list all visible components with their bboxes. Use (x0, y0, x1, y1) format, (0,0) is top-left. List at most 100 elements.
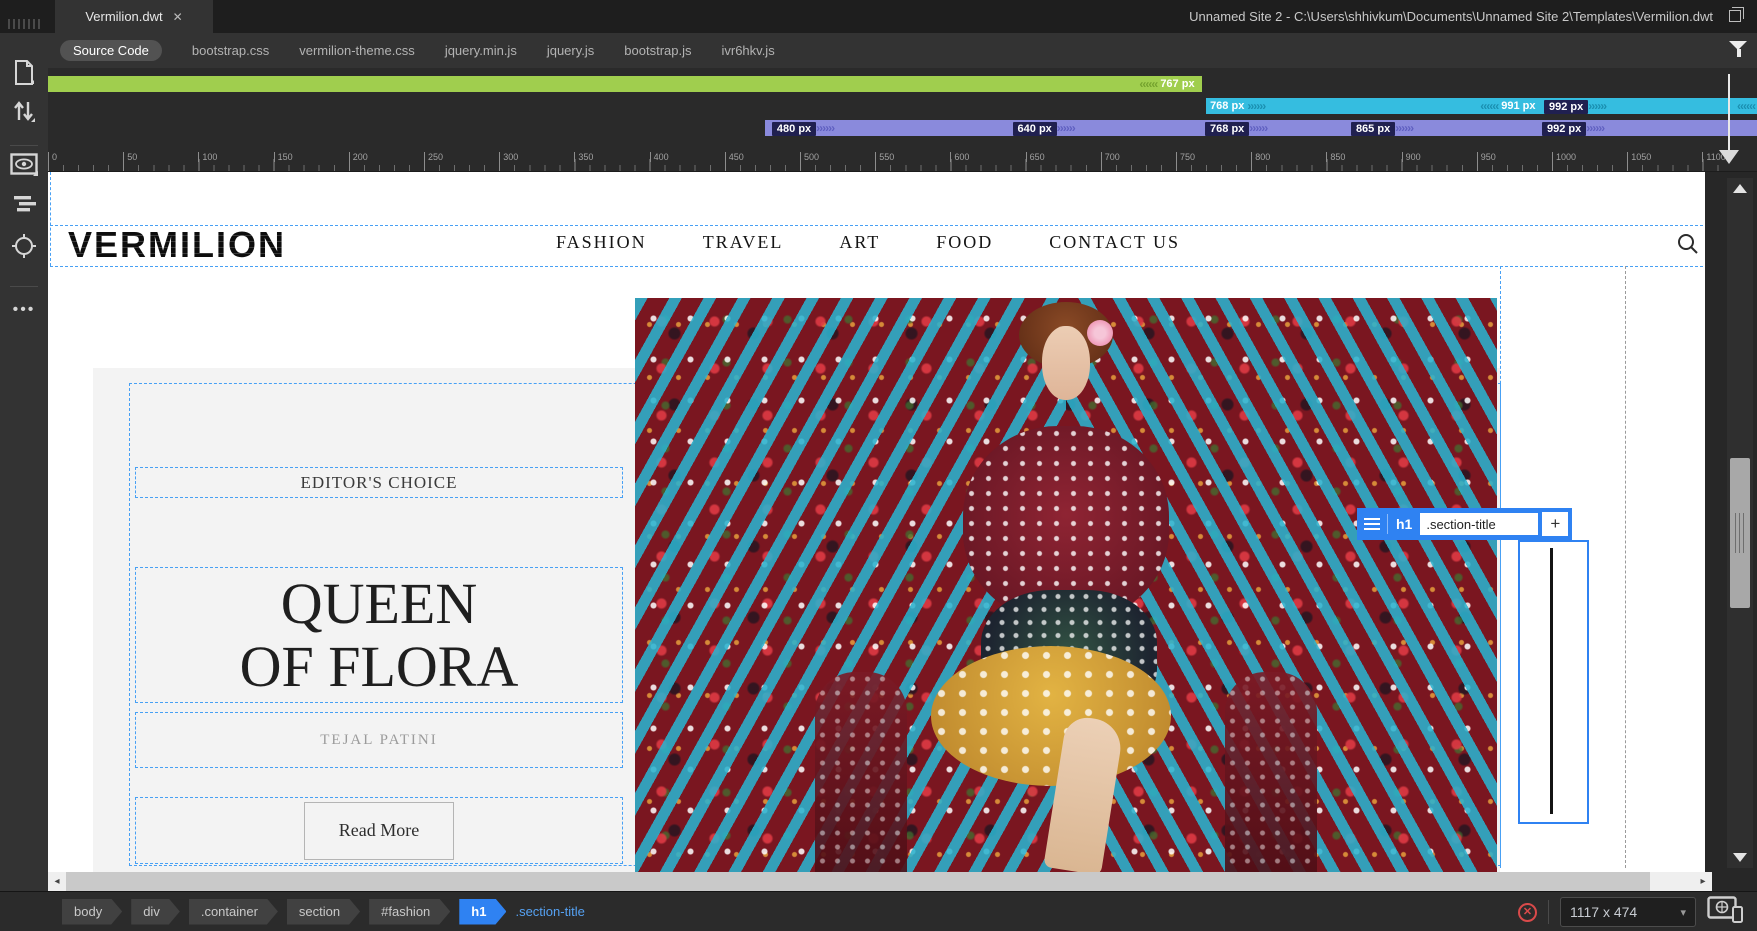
viewport-scrubber-line (1728, 74, 1730, 150)
document-tab-label: Vermilion.dwt (85, 9, 162, 24)
device-preview-icon[interactable] (1707, 896, 1745, 929)
mq-breakpoint-label[interactable]: ‹‹‹‹‹‹991 px (1438, 98, 1538, 114)
vertical-scrollbar[interactable] (1727, 178, 1753, 868)
mq-chevrons-left: ‹‹‹‹‹‹ (1139, 76, 1157, 92)
scroll-up-arrow[interactable] (1733, 184, 1747, 193)
related-file-tab[interactable]: jquery.js (547, 43, 594, 58)
scroll-down-arrow[interactable] (1733, 853, 1747, 862)
title-bar: Vermilion.dwt ✕ Unnamed Site 2 - C:\User… (0, 0, 1757, 33)
add-class-button[interactable]: + (1542, 512, 1568, 536)
related-file-tab[interactable]: vermilion-theme.css (299, 43, 415, 58)
ruler-number: 700 (1101, 152, 1120, 162)
column-guide (1625, 266, 1626, 868)
related-file-tab[interactable]: jquery.min.js (445, 43, 517, 58)
nav-item-food[interactable]: FOOD (936, 232, 993, 253)
mq-breakpoint-label[interactable]: 992 px›››››› (1544, 98, 1606, 114)
mq-breakpoint-label[interactable]: 768 px›››››› (1207, 98, 1265, 114)
main-nav: FASHION TRAVEL ART FOOD CONTACT US (556, 232, 1180, 253)
mq-breakpoint-label[interactable]: 865 px›››››› (1351, 120, 1413, 136)
mq-bar-cyan[interactable]: 768 px››››››‹‹‹‹‹‹991 px992 px››››››‹‹‹‹… (1206, 98, 1757, 114)
related-file-tab[interactable]: bootstrap.css (192, 43, 269, 58)
related-file-tab[interactable]: ivr6hkv.js (721, 43, 774, 58)
eyebrow-text: EDITOR'S CHOICE (300, 473, 457, 493)
tag-selector-class[interactable]: .section-title (515, 904, 584, 919)
nav-item-art[interactable]: ART (839, 232, 880, 253)
tag-selector-item-div[interactable]: div (131, 899, 180, 925)
ruler-number: 400 (650, 152, 669, 162)
nav-item-fashion[interactable]: FASHION (556, 232, 647, 253)
restore-window-icon[interactable] (1729, 10, 1741, 22)
window-title: Unnamed Site 2 - C:\Users\shhivkum\Docum… (1189, 0, 1713, 33)
vertical-scroll-thumb[interactable] (1730, 458, 1750, 608)
tag-selector-item-h1[interactable]: h1 (459, 899, 506, 925)
tag-selector-item-container[interactable]: .container (189, 899, 278, 925)
mq-bar-green[interactable]: ‹‹‹‹‹‹767 px (48, 76, 1202, 92)
ruler-number: 150 (274, 152, 293, 162)
hero-chair-left (815, 672, 907, 872)
filter-funnel-icon[interactable] (1729, 41, 1749, 59)
cta-block: Read More (135, 797, 623, 864)
ruler-number: 950 (1477, 152, 1496, 162)
tag-selector-item-body[interactable]: body (62, 899, 122, 925)
nav-item-travel[interactable]: TRAVEL (703, 232, 784, 253)
scroll-right-arrow[interactable]: ▸ (1694, 872, 1712, 891)
ruler-number: 450 (725, 152, 744, 162)
viewport-size-selector[interactable]: 1117 x 474 ▾ (1560, 897, 1696, 927)
section-title-block[interactable]: QUEEN OF FLORA (135, 567, 623, 703)
mq-breakpoint-label[interactable]: 480 px›››››› (772, 120, 834, 136)
status-controls: ✕ 1117 x 474 ▾ (1518, 892, 1745, 931)
document-tab[interactable]: Vermilion.dwt ✕ (55, 0, 213, 33)
related-files-bar: Source Code bootstrap.css vermilion-theme.… (48, 33, 1757, 68)
scroll-right-gap (1650, 872, 1694, 891)
ruler-number: 600 (950, 152, 969, 162)
header-bottom-border (50, 266, 1703, 267)
ruler-number: 900 (1402, 152, 1421, 162)
element-display: h1 + (1357, 508, 1572, 540)
read-more-button[interactable]: Read More (304, 802, 454, 860)
mq-breakpoint-label[interactable]: 767 px (1157, 78, 1197, 90)
source-code-tab[interactable]: Source Code (60, 40, 162, 61)
more-options-icon[interactable]: ••• (0, 301, 48, 319)
selected-element-outline[interactable] (1518, 540, 1589, 824)
mq-bar-purple[interactable]: 480 px›››››› 640 px›››››› 768 px›››››› 865 … (765, 120, 1757, 136)
ruler-number: 800 (1251, 152, 1270, 162)
selected-element-content (1550, 548, 1553, 814)
element-tag-label: h1 (1388, 516, 1420, 532)
related-file-tab[interactable]: bootstrap.js (624, 43, 691, 58)
error-indicator-icon[interactable]: ✕ (1518, 903, 1537, 922)
mq-breakpoint-label[interactable]: 768 px›››››› (1205, 120, 1267, 136)
element-class-input[interactable] (1420, 513, 1538, 535)
mq-breakpoint-label[interactable]: 992 px›››››› (1542, 120, 1604, 136)
open-documents-icon[interactable] (0, 60, 48, 91)
tag-selector-item-fashion[interactable]: #fashion (369, 899, 450, 925)
panel-grip[interactable] (8, 19, 42, 29)
mq-breakpoint-label[interactable]: 640 px›››››› (1013, 120, 1075, 136)
author-block[interactable]: TEJAL PATINI (135, 712, 623, 768)
horizontal-scrollbar[interactable]: ◂ ▸ (48, 872, 1712, 891)
search-icon[interactable] (1676, 232, 1700, 256)
ruler-number: 850 (1326, 152, 1345, 162)
guides-target-icon[interactable] (0, 233, 48, 264)
ruler: 0501001502002503003504004505005506006507… (48, 150, 1757, 172)
toolbar-rail: ••• (0, 33, 48, 891)
ruler-number: 1050 (1627, 152, 1651, 162)
tag-selector-bar: bodydiv .container section #fashion h1 .secti… (0, 891, 1757, 931)
site-logo[interactable]: VERMILION (68, 224, 286, 266)
tag-selector-item-section[interactable]: section (287, 899, 360, 925)
hero-image[interactable] (635, 298, 1497, 872)
inspect-mode-icon[interactable] (0, 195, 48, 218)
tab-close-icon[interactable]: ✕ (173, 10, 183, 24)
hero-model-face (1042, 326, 1090, 400)
hero-hair-flower (1087, 320, 1113, 346)
file-management-icon[interactable] (0, 98, 48, 129)
viewport-scrubber-handle[interactable] (1719, 150, 1739, 164)
ruler-number: 100 (198, 152, 217, 162)
eyebrow-block[interactable]: EDITOR'S CHOICE (135, 467, 623, 498)
ruler-number: 0 (48, 152, 57, 162)
ruler-number: 550 (875, 152, 894, 162)
nav-item-contact-us[interactable]: CONTACT US (1049, 232, 1180, 253)
section-title-text: QUEEN OF FLORA (240, 572, 519, 698)
scroll-left-arrow[interactable]: ◂ (48, 872, 66, 891)
element-menu-icon[interactable] (1357, 518, 1387, 530)
live-view-icon[interactable] (0, 153, 48, 182)
